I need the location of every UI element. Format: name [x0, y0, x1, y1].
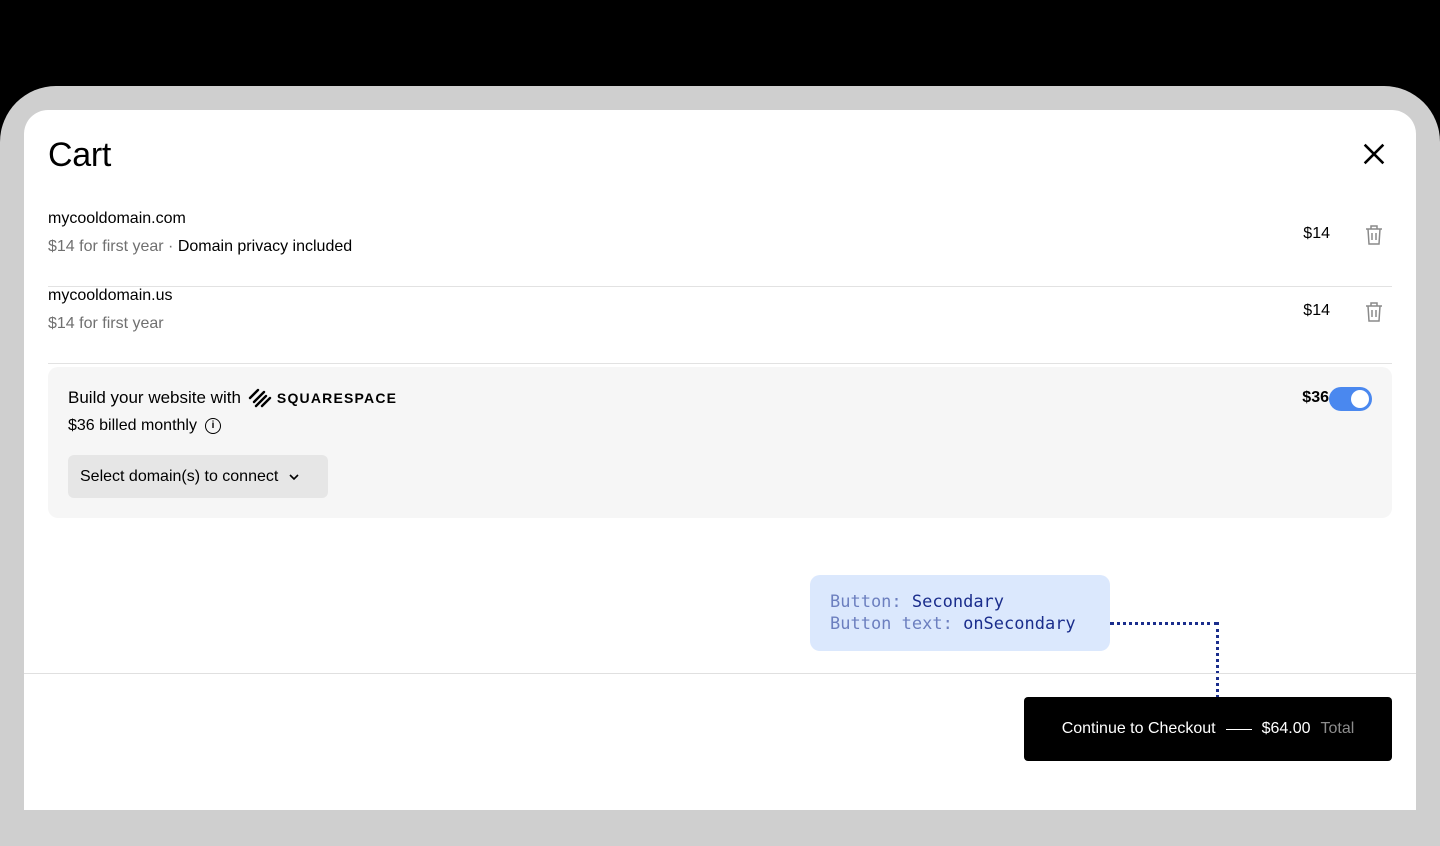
domain-select-button[interactable]: Select domain(s) to connect — [68, 455, 328, 498]
cart-modal: Cart mycooldomain.com $14 for first year… — [24, 110, 1416, 810]
annotation-line-1: Button: Secondary — [830, 591, 1090, 613]
squarespace-logo-icon — [248, 388, 272, 408]
design-annotation: Button: Secondary Button text: onSeconda… — [810, 575, 1110, 651]
annotation-value: onSecondary — [963, 614, 1076, 634]
info-icon[interactable]: i — [204, 418, 221, 434]
item-price: $14 — [1303, 225, 1330, 242]
upsell-toggle[interactable] — [1329, 387, 1372, 411]
checkout-total-label: Total — [1320, 720, 1355, 737]
billing-text: $36 billed monthly — [68, 417, 197, 434]
footer-divider — [24, 673, 1416, 674]
domain-select-label: Select domain(s) to connect — [80, 467, 279, 485]
checkout-label: Continue to Checkout — [1061, 720, 1216, 737]
item-price-note: $14 for first year — [48, 238, 164, 255]
toggle-knob — [1351, 390, 1369, 408]
close-icon[interactable] — [1360, 140, 1388, 168]
page-title: Cart — [48, 136, 112, 174]
item-price: $14 — [1303, 302, 1330, 319]
item-subtext: $14 for first year · Domain privacy incl… — [48, 238, 353, 255]
annotation-line-2: Button text: onSecondary — [830, 613, 1090, 635]
chevron-down-icon — [289, 473, 299, 480]
checkout-separator — [1225, 728, 1252, 730]
squarespace-logo: SQUARESPACE — [247, 387, 397, 409]
checkout-button[interactable]: Continue to Checkout $64.00 Total — [1024, 697, 1392, 761]
upsell-billing: $36 billed monthly i — [68, 417, 221, 435]
upsell-headline-text: Build your website with — [68, 388, 241, 407]
annotation-key: Button: — [830, 592, 902, 612]
upsell-price: $36 — [1302, 389, 1329, 406]
annotation-connector — [1110, 622, 1218, 625]
annotation-key: Button text: — [830, 614, 953, 634]
cart-item: mycooldomain.us $14 for first year $14 — [48, 287, 1392, 364]
cart-item: mycooldomain.com $14 for first year · Do… — [48, 210, 1392, 287]
item-privacy-note: Domain privacy included — [177, 238, 353, 255]
trash-icon[interactable] — [1364, 301, 1384, 323]
item-price-note: $14 for first year — [48, 315, 164, 332]
website-upsell-card: Build your website with SQUARESPACE $36 … — [48, 367, 1392, 518]
upsell-headline: Build your website with SQUARESPACE — [68, 387, 397, 409]
item-name: mycooldomain.com — [48, 210, 186, 227]
checkout-amount: $64.00 — [1261, 720, 1311, 737]
annotation-value: Secondary — [911, 592, 1005, 612]
item-name: mycooldomain.us — [48, 287, 173, 304]
trash-icon[interactable] — [1364, 224, 1384, 246]
brand-name: SQUARESPACE — [276, 390, 398, 406]
annotation-connector — [1216, 622, 1219, 698]
